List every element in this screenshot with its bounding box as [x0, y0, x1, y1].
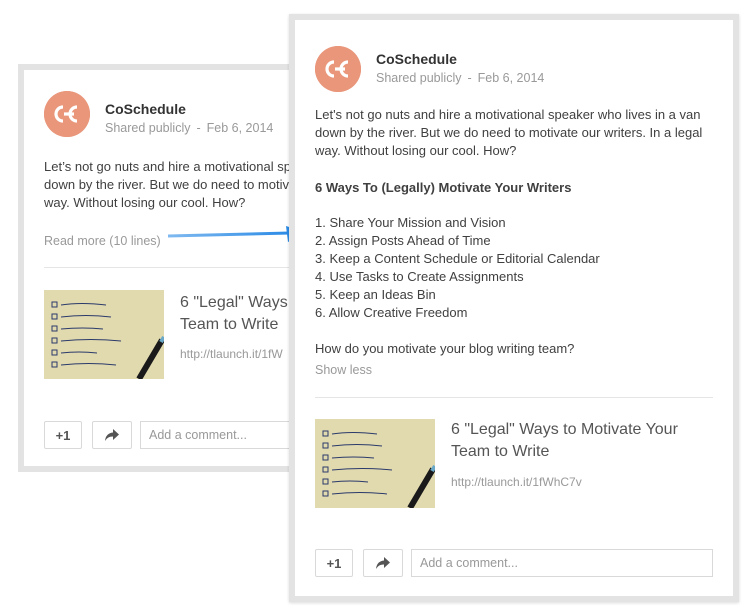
share-arrow-icon [105, 429, 119, 441]
post-meta: Shared publicly - Feb 6, 2014 [105, 121, 273, 135]
visibility-label: Shared publicly [105, 121, 191, 135]
read-more-link[interactable]: Read more (10 lines) [44, 234, 161, 248]
meta-separator: - [196, 121, 201, 135]
list-item: 3. Keep a Content Schedule or Editorial … [315, 251, 600, 266]
attachment-title[interactable]: 6 "Legal" Ways to Motivate Your Team to … [451, 419, 678, 463]
attachment-title-line: Team to Write [451, 443, 550, 460]
post-text: Let’s not go nuts and hire a motivationa… [44, 158, 302, 212]
handwritten-list-image [315, 419, 435, 508]
list-item: 1. Share Your Mission and Vision [315, 215, 506, 230]
post-text-line: way. Without losing our cool. How? [44, 195, 246, 210]
post-text-line: Let's not go nuts and hire a motivationa… [315, 107, 701, 122]
coschedule-avatar[interactable] [315, 46, 361, 92]
attachment-title-line: 6 "Legal" Ways to Motivate Your [451, 421, 678, 438]
attachment-thumbnail[interactable] [44, 290, 164, 379]
share-button[interactable] [363, 549, 403, 577]
expanded-post-card: CoSchedule Shared publicly - Feb 6, 2014 L… [289, 14, 739, 602]
post-date[interactable]: Feb 6, 2014 [478, 71, 545, 85]
attachment-title-line: 6 "Legal" Ways t [180, 294, 297, 311]
list-item: 4. Use Tasks to Create Assignments [315, 269, 524, 284]
post-text-line: down by the river. But we do need to mot… [44, 177, 297, 192]
divider [315, 397, 713, 398]
ways-list: 1. Share Your Mission and Vision 2. Assi… [315, 214, 600, 322]
share-button[interactable] [92, 421, 132, 449]
list-item: 6. Allow Creative Freedom [315, 305, 468, 320]
attachment-url[interactable]: http://tlaunch.it/1fW [180, 347, 283, 361]
post-text: Let's not go nuts and hire a motivationa… [315, 106, 725, 160]
collapsed-post-card: CoSchedule Shared publicly - Feb 6, 2014 L… [18, 64, 308, 472]
handwritten-list-image [44, 290, 164, 379]
comment-input[interactable]: Add a comment... [411, 549, 713, 577]
post-question: How do you motivate your blog writing te… [315, 341, 575, 356]
list-item: 2. Assign Posts Ahead of Time [315, 233, 491, 248]
coschedule-logo-icon [44, 91, 90, 137]
divider [44, 267, 302, 268]
comment-input[interactable]: Add a comment... [140, 421, 302, 449]
show-less-link[interactable]: Show less [315, 363, 372, 377]
plus-one-button[interactable]: +1 [44, 421, 82, 449]
list-item: 5. Keep an Ideas Bin [315, 287, 436, 302]
post-date[interactable]: Feb 6, 2014 [207, 121, 274, 135]
share-arrow-icon [376, 557, 390, 569]
coschedule-avatar[interactable] [44, 91, 90, 137]
author-name[interactable]: CoSchedule [105, 101, 186, 117]
plus-one-button[interactable]: +1 [315, 549, 353, 577]
attachment-url[interactable]: http://tlaunch.it/1fWhC7v [451, 475, 582, 489]
visibility-label: Shared publicly [376, 71, 462, 85]
attachment-title[interactable]: 6 "Legal" Ways t Team to Write [180, 292, 297, 336]
meta-separator: - [467, 71, 472, 85]
coschedule-logo-icon [315, 46, 361, 92]
post-heading: 6 Ways To (Legally) Motivate Your Writer… [315, 180, 572, 195]
post-text-line: way. Without losing our cool. How? [315, 143, 517, 158]
post-text-line: down by the river. But we do need to mot… [315, 125, 703, 140]
post-meta: Shared publicly - Feb 6, 2014 [376, 71, 544, 85]
attachment-title-line: Team to Write [180, 316, 279, 333]
author-name[interactable]: CoSchedule [376, 51, 457, 67]
attachment-thumbnail[interactable] [315, 419, 435, 508]
post-text-line: Let’s not go nuts and hire a motivationa… [44, 159, 299, 174]
